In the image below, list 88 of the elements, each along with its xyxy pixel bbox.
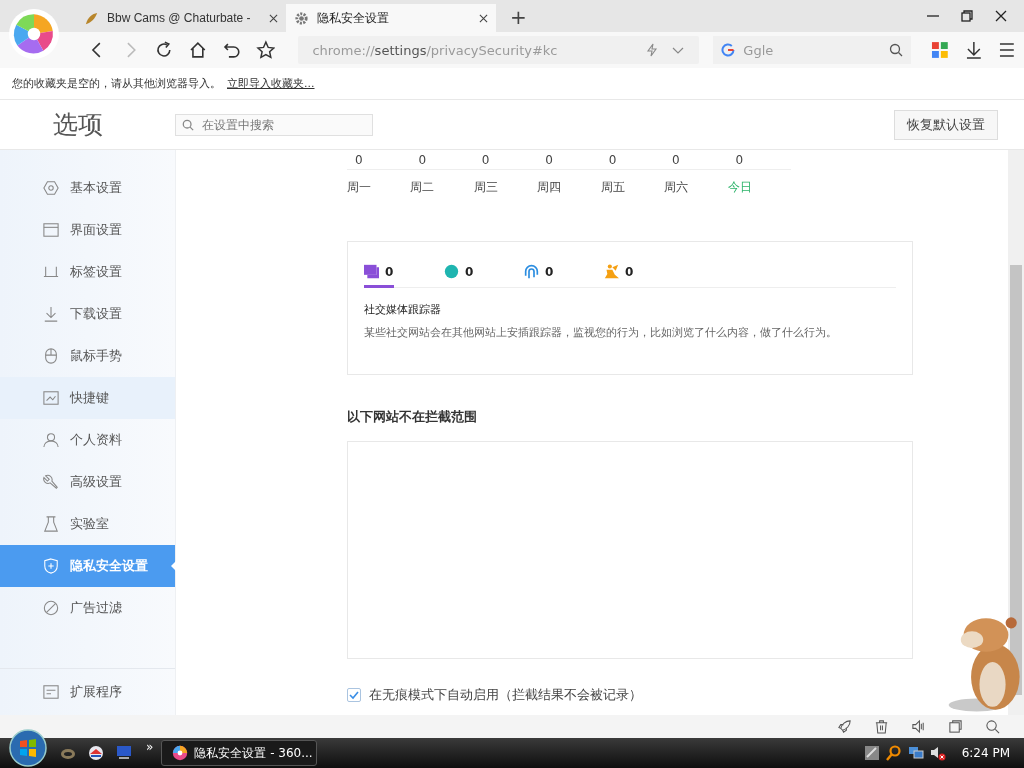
search-icon — [182, 118, 194, 131]
import-link[interactable]: 立即导入收藏夹... — [227, 76, 315, 91]
day-count: 0 — [671, 152, 681, 167]
day-label: 周五 — [600, 178, 626, 196]
incognito-checkbox[interactable] — [347, 688, 361, 702]
reset-button[interactable]: 恢复默认设置 — [894, 109, 998, 140]
restore-icon[interactable] — [960, 9, 974, 23]
muted-speaker-icon[interactable] — [929, 745, 946, 761]
scrollbar-thumb[interactable] — [1010, 265, 1022, 695]
gear-icon — [43, 180, 59, 196]
person-icon — [43, 432, 59, 448]
flask-icon — [43, 516, 59, 532]
close-icon[interactable] — [994, 9, 1008, 23]
sidebar-item[interactable]: 鼠标手势 — [0, 335, 175, 377]
day-count: 0 — [354, 152, 364, 167]
tab-icon — [43, 264, 59, 280]
bookmarks-message: 您的收藏夹是空的，请从其他浏览器导入。 — [12, 76, 221, 91]
browser-logo — [172, 745, 189, 761]
browser-tab[interactable]: 隐私安全设置 — [286, 4, 496, 32]
sidebar-item[interactable]: 基本设置 — [0, 167, 175, 209]
google-icon — [721, 43, 736, 57]
search-field[interactable]: Ggle — [741, 41, 883, 59]
mouse-icon — [43, 348, 59, 364]
window-icon[interactable] — [948, 719, 963, 734]
sidebar-item[interactable]: 快捷键 — [0, 377, 175, 419]
trash-icon[interactable] — [874, 719, 889, 734]
day-label: 周四 — [537, 178, 563, 196]
settings-search-field[interactable]: 在设置中搜索 — [200, 116, 366, 133]
leaf-icon — [84, 10, 99, 26]
window-icon — [43, 222, 59, 238]
search-box[interactable]: Ggle — [713, 36, 911, 64]
sidebar-item[interactable]: 扩展程序 — [0, 671, 175, 713]
day-count: 0 — [544, 152, 554, 167]
close-icon[interactable] — [269, 13, 278, 23]
tracker-tab[interactable]: 0 — [604, 258, 684, 288]
close-icon[interactable] — [479, 13, 488, 23]
day-count: 0 — [607, 152, 618, 167]
incognito-label: 在无痕模式下自动启用（拦截结果不会被记录） — [369, 686, 642, 704]
sidebar-item[interactable]: 个人资料 — [0, 419, 175, 461]
globe-icon[interactable] — [88, 745, 104, 761]
day-label: 周二 — [410, 178, 436, 196]
wrench-icon — [43, 474, 59, 490]
start-button[interactable] — [8, 728, 48, 768]
whitelist-title: 以下网站不在拦截范围 — [347, 408, 478, 426]
more-button[interactable]: » — [146, 740, 154, 754]
home-icon[interactable] — [188, 40, 208, 60]
sidebar-item[interactable]: 界面设置 — [0, 209, 175, 251]
sidebar-item[interactable]: 实验室 — [0, 503, 175, 545]
monitor-icon[interactable] — [116, 745, 132, 761]
lightning-icon[interactable] — [645, 43, 660, 57]
day-label: 周三 — [473, 178, 499, 196]
network-icon[interactable] — [907, 745, 924, 761]
sidebar-item[interactable]: 标签设置 — [0, 251, 175, 293]
tracker-title: 社交媒体跟踪器 — [364, 302, 442, 317]
day-label: 今日 — [727, 178, 753, 196]
tray-app-icon[interactable] — [863, 745, 880, 761]
magnifier-icon[interactable] — [885, 745, 902, 761]
rocket-icon[interactable] — [837, 719, 852, 734]
day-label: 周六 — [664, 178, 690, 196]
speaker-icon[interactable] — [911, 719, 926, 734]
shield-icon — [43, 558, 59, 574]
new-tab-button[interactable]: + — [510, 5, 527, 29]
search-icon[interactable] — [888, 43, 903, 57]
download-icon — [43, 306, 59, 322]
tracker-tab[interactable]: 0 — [364, 258, 394, 288]
gear-icon — [294, 10, 309, 26]
star-icon[interactable] — [255, 40, 276, 60]
day-count: 0 — [480, 152, 491, 167]
settings-title: 选项 — [51, 109, 104, 141]
sidebar-item[interactable]: 广告过滤 — [0, 587, 175, 629]
apps-icon[interactable] — [929, 40, 950, 60]
tracker-tab[interactable]: 0 — [444, 258, 524, 288]
keyboard-icon — [43, 390, 59, 406]
tracker-tab[interactable]: 0 — [524, 258, 604, 288]
address-bar[interactable]: chrome://settings/privacySecurity#kc — [298, 36, 700, 64]
settings-search-box[interactable]: 在设置中搜索 — [175, 113, 373, 136]
search-icon[interactable] — [985, 719, 1000, 734]
tracker-description: 某些社交网站会在其他网站上安插跟踪器，监视您的行为，比如浏览了什么内容，做了什么行为。 — [364, 325, 838, 340]
day-count: 0 — [417, 152, 428, 167]
day-label: 周一 — [347, 178, 372, 196]
sidebar-item[interactable]: 下载设置 — [0, 293, 175, 335]
extension-icon — [43, 684, 59, 700]
taskbar-window-button[interactable]: 隐私安全设置 - 360... — [161, 740, 318, 766]
browser-logo[interactable] — [8, 8, 60, 60]
clock[interactable]: 6:24 PM — [961, 746, 1010, 760]
day-count: 0 — [734, 152, 745, 167]
sidebar-item[interactable]: 高级设置 — [0, 461, 175, 503]
block-icon — [43, 600, 59, 616]
